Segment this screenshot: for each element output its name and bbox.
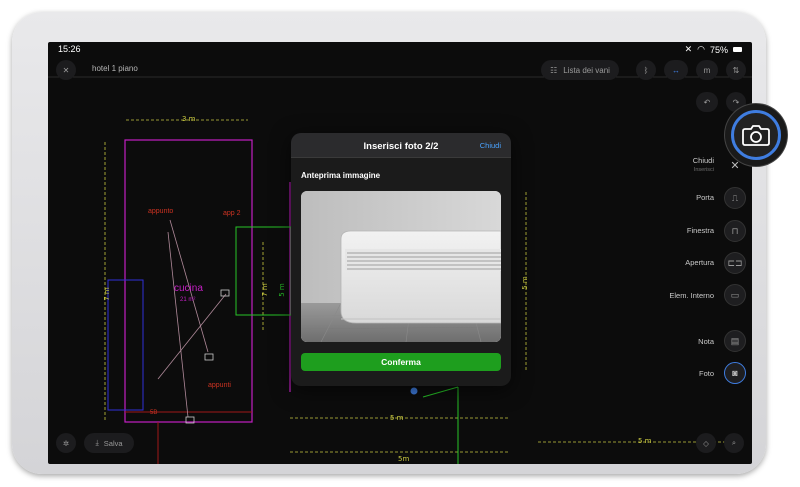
bluetooth-button[interactable]: ᛒ xyxy=(636,60,656,80)
interior-element-button[interactable]: ▭ xyxy=(724,284,746,306)
status-bar: 15:26 ✕ ◠ 75% xyxy=(48,42,752,56)
dim-label: 3 m xyxy=(182,115,196,123)
search-button[interactable]: ⌕ xyxy=(724,433,744,453)
dim-label: 7 m xyxy=(102,287,111,301)
bluetooth-icon: ᛒ xyxy=(643,65,649,75)
unit-label: m xyxy=(703,65,711,75)
status-time: 15:26 xyxy=(58,44,81,54)
save-label: Salva xyxy=(103,438,123,448)
opening-button[interactable]: ⊏⊐ xyxy=(724,252,746,274)
dim-label: 5m xyxy=(398,455,410,463)
app-screen: 3 m 7 m 7 m 5 m 5 m 5 m 5m 5 m appunto a… xyxy=(48,42,752,464)
dim-label: 5 m xyxy=(390,414,404,422)
door-button[interactable]: ⎍ xyxy=(724,187,746,209)
door-icon: ⎍ xyxy=(731,192,739,203)
save-button[interactable]: ⤓ Salva xyxy=(84,433,134,453)
side-item-label: Elem. Interno xyxy=(669,291,714,300)
close-button[interactable]: ✕ xyxy=(56,60,76,80)
dim-label: 5 m xyxy=(638,437,652,445)
modal-header: Inserisci foto 2/2 Chiudi xyxy=(291,133,511,158)
camera-ring xyxy=(731,110,781,160)
dim-label: 5 m xyxy=(520,276,529,290)
side-item-label: Porta xyxy=(696,193,714,202)
download-icon: ⤓ xyxy=(95,438,99,447)
sort-button[interactable]: ⇅ xyxy=(726,60,746,80)
tablet-frame: 3 m 7 m 7 m 5 m 5 m 5 m 5m 5 m appunto a… xyxy=(12,12,766,474)
undo-button[interactable]: ↶ xyxy=(696,92,718,112)
room-area-label: 21 m² xyxy=(180,297,196,303)
list-icon: ☷ xyxy=(550,65,558,75)
window-button[interactable]: ⊓ xyxy=(724,220,746,242)
search-icon: ⌕ xyxy=(731,438,737,447)
photo-button[interactable]: ◙ xyxy=(724,362,746,384)
redo-icon: ↷ xyxy=(732,97,740,107)
mute-icon: ✕ xyxy=(684,44,693,54)
side-item-label: Finestra xyxy=(686,226,714,235)
close-icon: ✕ xyxy=(62,65,70,75)
note-icon: ▤ xyxy=(730,335,740,346)
preview-label: Anteprima immagine xyxy=(301,171,381,180)
wifi-icon: ◠ xyxy=(697,44,705,54)
room-list-label: Lista dei vani xyxy=(563,65,610,75)
dim-label: 7 m xyxy=(260,283,269,297)
modal-title: Inserisci foto 2/2 xyxy=(363,141,439,152)
insert-photo-modal: Inserisci foto 2/2 Chiudi Anteprima imma… xyxy=(291,133,511,386)
undo-icon: ↶ xyxy=(703,97,711,107)
side-item-label: Nota xyxy=(698,337,714,346)
side-close-sublabel: Inserisci xyxy=(693,167,714,173)
sort-icon: ⇅ xyxy=(732,65,740,75)
layers-button[interactable]: ◇ xyxy=(696,433,716,453)
note-button[interactable]: ▤ xyxy=(724,330,746,352)
camera-icon xyxy=(742,125,770,146)
opening-icon: ⊏⊐ xyxy=(727,257,743,268)
side-close-label: Chiudi xyxy=(692,156,714,165)
dim-label: 5 m xyxy=(277,283,286,297)
room-name-label[interactable]: cucina xyxy=(174,283,203,294)
image-preview xyxy=(301,191,501,342)
side-item-label: Apertura xyxy=(685,258,714,267)
camera-button-highlight[interactable] xyxy=(725,104,787,166)
measure-icon: ↔ xyxy=(672,65,680,75)
note-label[interactable]: app 2 xyxy=(223,210,241,217)
note-label[interactable]: appunti xyxy=(208,382,231,389)
battery-percent: 75% xyxy=(709,44,728,55)
room-list-button[interactable]: ☷ Lista dei vani xyxy=(541,60,619,80)
note-label[interactable]: appunto xyxy=(148,208,173,215)
settings-button[interactable]: ✲ xyxy=(56,433,76,453)
side-item-label: Foto xyxy=(698,369,714,378)
photo-icon: ◙ xyxy=(732,368,738,378)
wall-label: 5B xyxy=(150,410,158,416)
battery-icon xyxy=(733,47,742,52)
modal-close-button[interactable]: Chiudi xyxy=(480,141,501,150)
confirm-button[interactable]: Conferma xyxy=(301,353,501,371)
page-title: hotel 1 piano xyxy=(92,64,138,73)
interior-element-icon: ▭ xyxy=(730,289,740,300)
window-icon: ⊓ xyxy=(731,225,739,236)
gear-icon: ✲ xyxy=(62,438,70,448)
layers-icon: ◇ xyxy=(703,438,709,448)
measure-button[interactable]: ↔ xyxy=(664,60,688,80)
unit-button[interactable]: m xyxy=(696,60,718,80)
